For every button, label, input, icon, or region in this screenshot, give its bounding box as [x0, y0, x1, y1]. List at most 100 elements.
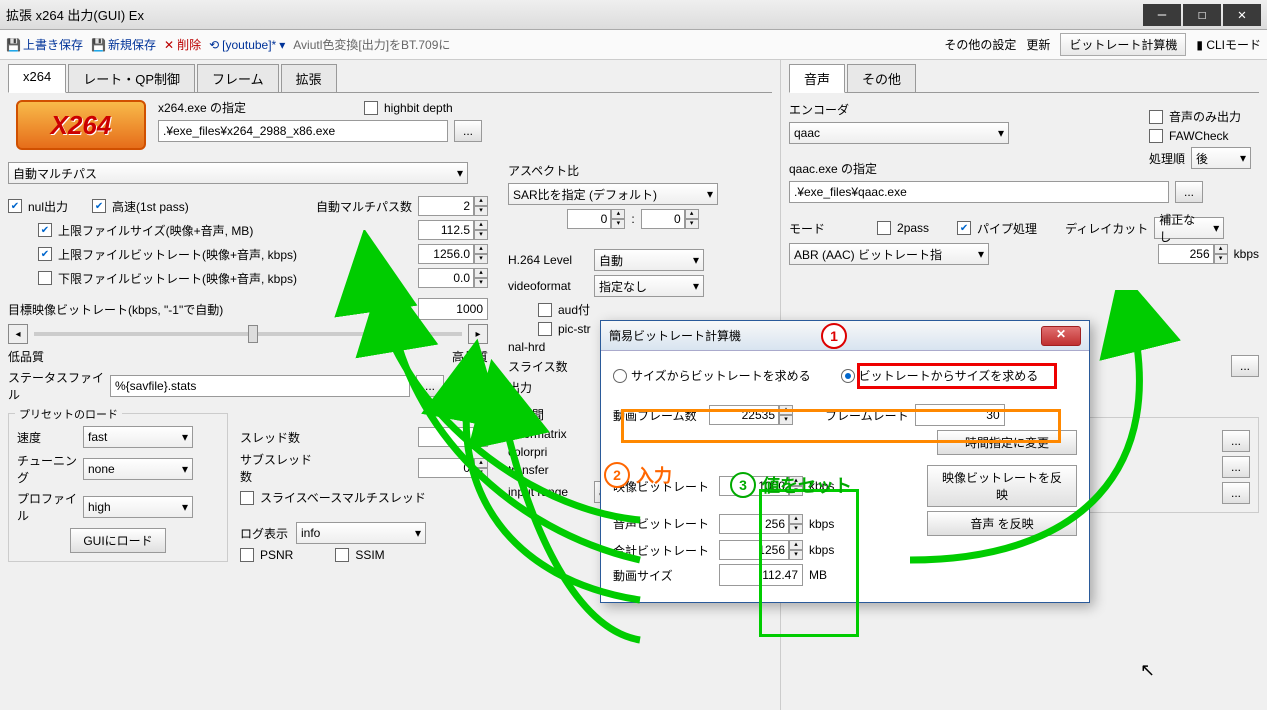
nul-label: nul出力	[28, 198, 68, 215]
tab-x264[interactable]: x264	[8, 64, 66, 93]
fast1st-checkbox[interactable]	[92, 199, 106, 213]
left-tabs: x264 レート・QP制御 フレーム 拡張	[8, 64, 772, 93]
update-button[interactable]: 更新	[1026, 36, 1050, 53]
lower-bitrate-spinner[interactable]: ▴▾	[418, 268, 488, 288]
kbps-label: kbps	[1234, 247, 1259, 261]
audio-exe-label: qaac.exe の指定	[789, 162, 877, 176]
upper-filesize-checkbox[interactable]	[38, 223, 52, 237]
h264-level-select[interactable]: 自動	[594, 249, 704, 271]
x264-logo: X264	[16, 100, 146, 150]
save-button[interactable]: 💾上書き保存	[6, 36, 83, 53]
audio-exe-browse-button[interactable]: ...	[1175, 181, 1203, 203]
extra-browse-button-1[interactable]: ...	[1231, 355, 1259, 377]
tab-audio[interactable]: 音声	[789, 64, 845, 93]
status-file-input[interactable]	[110, 375, 410, 397]
refresh-profile[interactable]: ⟲[youtube]*▾	[209, 38, 285, 52]
gui-load-button[interactable]: GUIにロード	[70, 528, 165, 553]
fast1st-label: 高速(1st pass)	[112, 198, 189, 215]
slider-left-button[interactable]: ◂	[8, 324, 28, 344]
aud-checkbox[interactable]	[538, 303, 552, 317]
new-save-button[interactable]: 💾新規保存	[91, 36, 156, 53]
sar-w-spinner[interactable]: ▴▾	[567, 209, 625, 229]
exe-path-input[interactable]	[158, 120, 448, 142]
xe-browse-button[interactable]: ...	[1222, 482, 1250, 504]
dialog-close-button[interactable]: ✕	[1041, 326, 1081, 346]
order-select[interactable]: 後	[1191, 147, 1251, 169]
aud-label: aud付	[558, 301, 590, 318]
encoder-select[interactable]: qaac	[789, 122, 1009, 144]
tuning-select[interactable]: none	[83, 458, 193, 480]
mouse-cursor: ↖	[1140, 660, 1155, 681]
tab-ext[interactable]: 拡張	[281, 64, 337, 92]
lower-bitrate-checkbox[interactable]	[38, 271, 52, 285]
radio-from-size-label: サイズからビットレートを求める	[631, 367, 811, 384]
slider-right-button[interactable]: ▸	[468, 324, 488, 344]
threads-spinner[interactable]: ▴▾	[418, 427, 488, 447]
picstr-checkbox[interactable]	[538, 322, 552, 336]
slice-mt-checkbox[interactable]	[240, 491, 254, 505]
psnr-label: PSNR	[260, 548, 293, 562]
exe-browse-button[interactable]: ...	[454, 120, 482, 142]
lower-bitrate-label: 下限ファイルビットレート(映像+音声, kbps)	[58, 270, 412, 287]
cli-mode-button[interactable]: ▮ CLIモード	[1196, 36, 1261, 53]
size-label: 動画サイズ	[613, 567, 713, 584]
encoder-label: エンコーダ	[789, 103, 849, 117]
2pass-checkbox[interactable]	[877, 221, 891, 235]
multipass-select[interactable]: 自動マルチパス	[8, 162, 468, 184]
aspect-label: アスペクト比	[508, 164, 579, 178]
status-file-browse-button[interactable]: ...	[416, 375, 444, 397]
profile-select[interactable]: high	[83, 496, 193, 518]
nalhrd-label: nal-hrd	[508, 340, 545, 354]
psnr-checkbox[interactable]	[240, 548, 254, 562]
colorprim-label: colorpri	[508, 445, 547, 459]
other-settings-button[interactable]: その他の設定	[944, 36, 1016, 53]
aspect-select[interactable]: SAR比を指定 (デフォルト)	[508, 183, 718, 205]
audio-exe-input[interactable]	[789, 181, 1169, 203]
dialog-title-text: 簡易ビットレート計算機	[609, 327, 1041, 344]
editor-exe-browse-button[interactable]: ...	[1222, 456, 1250, 478]
save-icon: 💾	[91, 38, 105, 52]
slicenum-label: スライス数	[508, 358, 568, 375]
radio-from-bitrate[interactable]	[841, 369, 855, 383]
tab-rate-qp[interactable]: レート・QP制御	[68, 64, 195, 92]
low-quality-label: 低品質	[8, 348, 44, 365]
radio-from-size[interactable]	[613, 369, 627, 383]
delete-button[interactable]: ✕削除	[164, 36, 201, 53]
log-select[interactable]: info	[296, 522, 426, 544]
video-br-label: 映像ビットレート	[613, 478, 713, 495]
r-exe-browse-button[interactable]: ...	[1222, 430, 1250, 452]
tab-other[interactable]: その他	[847, 64, 916, 92]
aac-bitrate-spinner[interactable]: ▴▾	[1158, 244, 1228, 264]
videoformat-select[interactable]: 指定なし	[594, 275, 704, 297]
audio-br-apply-button[interactable]: 音声 を反映	[927, 511, 1077, 536]
speed-select[interactable]: fast	[83, 426, 193, 448]
minimize-button[interactable]: —	[1143, 4, 1181, 26]
target-bitrate-label: 目標映像ビットレート(kbps, "-1"で自動)	[8, 301, 412, 318]
highbit-checkbox[interactable]	[364, 101, 378, 115]
quality-slider[interactable]	[34, 332, 462, 336]
audio-br-label: 音声ビットレート	[613, 515, 713, 532]
tab-frame[interactable]: フレーム	[197, 64, 279, 92]
total-br-label: 合計ビットレート	[613, 542, 713, 559]
maximize-button[interactable]: ☐	[1183, 4, 1221, 26]
fawcheck-checkbox[interactable]	[1149, 129, 1163, 143]
nul-checkbox[interactable]	[8, 199, 22, 213]
delay-select[interactable]: 補正なし	[1154, 217, 1224, 239]
sar-h-spinner[interactable]: ▴▾	[641, 209, 699, 229]
highbit-label: highbit depth	[384, 101, 453, 115]
save-icon: 💾	[6, 38, 20, 52]
audioonly-checkbox[interactable]	[1149, 110, 1163, 124]
close-button[interactable]: ✕	[1223, 4, 1261, 26]
pipe-checkbox[interactable]	[957, 221, 971, 235]
subthreads-spinner[interactable]: ▴▾	[418, 458, 488, 478]
ssim-checkbox[interactable]	[335, 548, 349, 562]
upper-bitrate-checkbox[interactable]	[38, 247, 52, 261]
upper-bitrate-spinner[interactable]: ▴▾	[418, 244, 488, 264]
colormatrix-label: colormatrix	[508, 427, 567, 441]
target-bitrate-input[interactable]	[418, 298, 488, 320]
video-br-apply-button[interactable]: 映像ビットレートを反映	[927, 465, 1077, 507]
multipass-num-spinner[interactable]: ▴▾	[418, 196, 488, 216]
bitrate-calc-button[interactable]: ビットレート計算機	[1060, 33, 1186, 56]
aac-mode-select[interactable]: ABR (AAC) ビットレート指	[789, 243, 989, 265]
upper-filesize-spinner[interactable]: ▴▾	[418, 220, 488, 240]
